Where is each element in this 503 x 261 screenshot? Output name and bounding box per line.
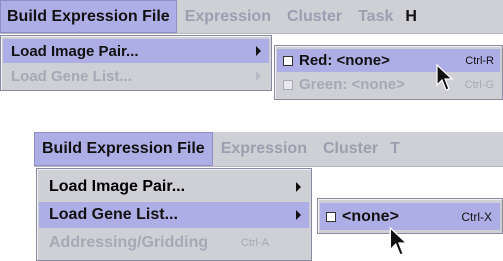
checkbox-icon xyxy=(283,79,293,90)
menubar: Build Expression File Expression Cluster… xyxy=(0,0,503,34)
menu-task[interactable]: Task xyxy=(350,0,401,33)
shortcut-label: Ctrl-X xyxy=(461,209,492,224)
menu-help[interactable]: H xyxy=(401,0,421,33)
menubar: Build Expression File Expression Cluster… xyxy=(34,132,503,167)
screenshot-1: Build Expression File Expression Cluster… xyxy=(0,0,503,100)
menu-item-label: Load Gene List... xyxy=(49,206,178,223)
submenu-arrow-icon xyxy=(256,71,261,81)
menu-item-label: Addressing/Gridding xyxy=(49,234,209,251)
menu-expression[interactable]: Expression xyxy=(213,132,315,166)
menu-build-expression-file[interactable]: Build Expression File xyxy=(34,132,213,166)
menu-item-label: Load Image Pair... xyxy=(49,178,186,195)
submenu-arrow-icon xyxy=(296,182,301,192)
submenu-item-none[interactable]: <none> Ctrl-X xyxy=(320,203,500,230)
submenu-item-green: Green: <none> Ctrl-G xyxy=(277,73,500,96)
submenu-item-red[interactable]: Red: <none> Ctrl-R xyxy=(277,49,500,72)
submenu-item-label: <none> xyxy=(342,207,399,225)
menu-item-load-image-pair[interactable]: Load Image Pair... xyxy=(3,39,269,63)
screenshot-2: Build Expression File Expression Cluster… xyxy=(34,132,503,261)
shortcut-label: Ctrl-R xyxy=(465,54,494,67)
menu-item-label: Load Gene List... xyxy=(11,67,132,85)
menu-expression[interactable]: Expression xyxy=(177,0,279,33)
menu-item-load-gene-list: Load Gene List... xyxy=(3,64,269,88)
menu-t[interactable]: T xyxy=(386,132,404,166)
menu-cluster[interactable]: Cluster xyxy=(279,0,350,33)
menu-item-load-gene-list[interactable]: Load Gene List... xyxy=(39,202,309,228)
submenu-arrow-icon xyxy=(256,46,261,56)
build-menu-dropdown: Load Image Pair... Load Gene List... Add… xyxy=(36,168,312,261)
menu-item-addressing-gridding: Addressing/Gridding Ctrl-A xyxy=(39,230,309,256)
menu-item-load-image-pair[interactable]: Load Image Pair... xyxy=(39,174,309,200)
checkbox-icon[interactable] xyxy=(283,55,293,66)
shortcut-label: Ctrl-A xyxy=(240,237,269,249)
load-image-pair-submenu: Red: <none> Ctrl-R Green: <none> Ctrl-G xyxy=(274,45,503,100)
build-menu-dropdown: Load Image Pair... Load Gene List... xyxy=(0,35,272,91)
mouse-pointer-icon xyxy=(436,64,454,91)
mouse-pointer-icon xyxy=(389,227,409,256)
menu-cluster[interactable]: Cluster xyxy=(315,132,386,166)
menu-item-label: Load Image Pair... xyxy=(11,42,139,60)
submenu-arrow-icon xyxy=(296,210,301,220)
menu-build-expression-file[interactable]: Build Expression File xyxy=(0,0,177,33)
shortcut-label: Ctrl-G xyxy=(464,78,494,91)
checkbox-icon[interactable] xyxy=(326,211,336,222)
